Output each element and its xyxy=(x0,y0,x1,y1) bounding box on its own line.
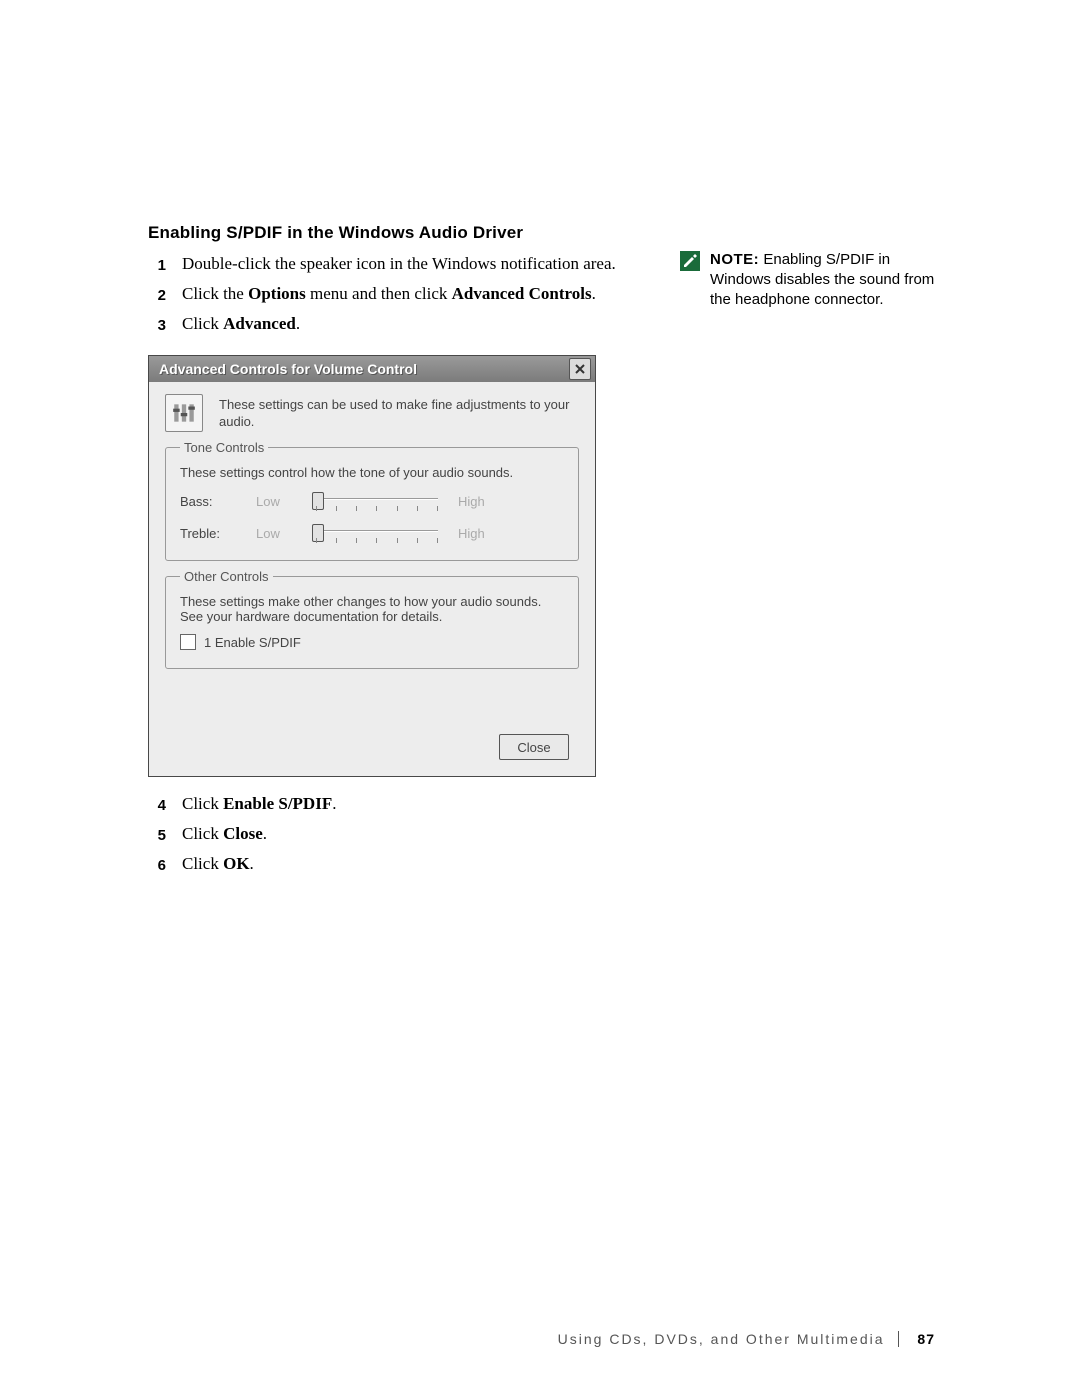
step-row: 4 Click Enable S/PDIF. xyxy=(148,790,688,820)
treble-slider[interactable] xyxy=(312,522,442,544)
step-text: Click the Options menu and then click Ad… xyxy=(182,280,688,310)
step-row: 3 Click Advanced. xyxy=(148,310,688,340)
page-footer: Using CDs, DVDs, and Other Multimedia 87 xyxy=(558,1331,935,1347)
note-label: NOTE: xyxy=(710,251,759,268)
tone-controls-group: Tone Controls These settings control how… xyxy=(165,440,579,561)
step-text: Click Close. xyxy=(182,820,688,850)
tone-controls-desc: These settings control how the tone of y… xyxy=(180,465,564,480)
dialog-titlebar[interactable]: Advanced Controls for Volume Control xyxy=(149,356,595,382)
step-text: Click OK. xyxy=(182,850,688,880)
enable-spdif-checkbox[interactable] xyxy=(180,634,196,650)
other-controls-legend: Other Controls xyxy=(180,569,273,584)
note-text: NOTE: Enabling S/PDIF in Windows disable… xyxy=(710,250,940,310)
audio-mixer-icon xyxy=(165,394,203,432)
tone-low-label: Low xyxy=(256,494,296,509)
advanced-controls-dialog: Advanced Controls for Volume Control xyxy=(148,355,596,777)
other-controls-group: Other Controls These settings make other… xyxy=(165,569,579,669)
step-text: Click Advanced. xyxy=(182,310,688,340)
tone-high-label: High xyxy=(458,494,498,509)
step-number: 2 xyxy=(148,280,166,310)
close-button[interactable]: Close xyxy=(499,734,569,760)
pencil-note-icon xyxy=(680,251,700,271)
page-number: 87 xyxy=(917,1331,935,1347)
step-row: 5 Click Close. xyxy=(148,820,688,850)
bass-slider[interactable] xyxy=(312,490,442,512)
step-number: 5 xyxy=(148,820,166,850)
step-number: 1 xyxy=(148,250,166,280)
tone-row: Bass: Low High xyxy=(180,490,564,512)
dialog-title: Advanced Controls for Volume Control xyxy=(159,361,569,377)
step-row: 2 Click the Options menu and then click A… xyxy=(148,280,688,310)
step-row: 1 Double-click the speaker icon in the Wi… xyxy=(148,250,688,280)
dialog-intro-text: These settings can be used to make fine … xyxy=(219,394,579,430)
step-row: 6 Click OK. xyxy=(148,850,688,880)
tone-row: Treble: Low High xyxy=(180,522,564,544)
close-icon xyxy=(574,363,586,375)
step-number: 4 xyxy=(148,790,166,820)
section-heading: Enabling S/PDIF in the Windows Audio Dri… xyxy=(148,223,523,243)
dialog-close-x-button[interactable] xyxy=(569,358,591,380)
other-controls-desc: These settings make other changes to how… xyxy=(180,594,564,624)
step-number: 6 xyxy=(148,850,166,880)
steps-bottom: 4 Click Enable S/PDIF. 5 Click Close. 6 Click… xyxy=(148,790,688,880)
step-text: Double-click the speaker icon in the Win… xyxy=(182,250,688,280)
tone-high-label: High xyxy=(458,526,498,541)
tone-label: Treble: xyxy=(180,526,240,541)
footer-section-title: Using CDs, DVDs, and Other Multimedia xyxy=(558,1331,885,1347)
enable-spdif-label: 1 Enable S/PDIF xyxy=(204,635,301,650)
tone-controls-legend: Tone Controls xyxy=(180,440,268,455)
step-number: 3 xyxy=(148,310,166,340)
tone-low-label: Low xyxy=(256,526,296,541)
tone-label: Bass: xyxy=(180,494,240,509)
steps-top: 1 Double-click the speaker icon in the Wi… xyxy=(148,250,688,340)
step-text: Click Enable S/PDIF. xyxy=(182,790,688,820)
close-button-label: Close xyxy=(517,740,550,755)
note-block: NOTE: Enabling S/PDIF in Windows disable… xyxy=(680,250,940,310)
